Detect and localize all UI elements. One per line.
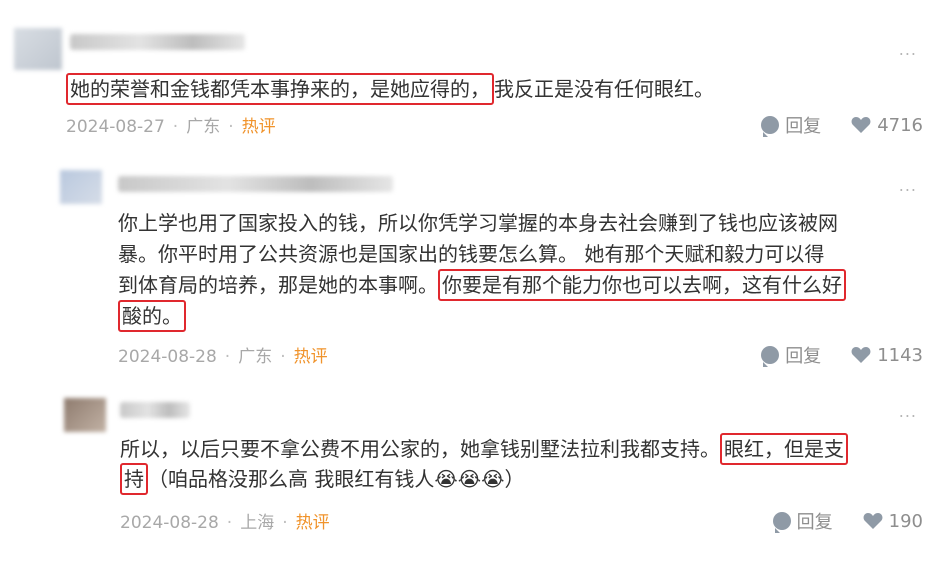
more-icon[interactable]: ... (899, 176, 917, 195)
username-blurred[interactable] (70, 34, 245, 50)
meta-separator: · (226, 513, 233, 533)
like-count: 4716 (877, 114, 923, 136)
comment-text: 她的荣誉和金钱都凭本事挣来的，是她应得的， 我反正是没有任何眼红。 (66, 73, 714, 105)
reply-icon[interactable] (761, 346, 780, 367)
hot-tag: 热评 (241, 117, 276, 137)
username-blurred[interactable] (118, 176, 393, 192)
like-count: 1143 (877, 344, 923, 366)
reply-icon[interactable] (761, 116, 780, 137)
comment-text-plain: 所以，以后只要不拿公费不用公家的，她拿钱别墅法拉利我都支持。 (120, 437, 720, 461)
more-icon[interactable]: ... (899, 402, 917, 421)
like-count: 190 (888, 510, 923, 532)
reply-button[interactable]: 回复 (797, 508, 833, 534)
meta-separator: · (228, 117, 234, 137)
username-blurred[interactable] (120, 402, 190, 418)
comment-text-rest: （咱品格没那么高 我眼红有钱人😭😭😭） (148, 467, 525, 491)
comment-meta: 2024-08-28 · 广东 · 热评 (118, 342, 328, 367)
comment-line: 所以，以后只要不拿公费不用公家的，她拿钱别墅法拉利我都支持。 眼红，但是支 (120, 433, 848, 465)
meta-separator: · (172, 117, 179, 137)
avatar-blurred[interactable] (14, 28, 62, 70)
heart-icon[interactable] (851, 346, 871, 364)
comment-line: 酸的。 (118, 300, 846, 332)
comment-text-plain: 到体育局的培养，那是她的本事啊。 (118, 273, 438, 297)
comment-line: 持（咱品格没那么高 我眼红有钱人😭😭😭） (120, 463, 848, 495)
comment-actions: 回复 4716 (761, 112, 923, 138)
comment-location: 广东 (186, 117, 221, 137)
comment-date: 2024-08-27 (66, 117, 165, 137)
reply-icon[interactable] (772, 512, 791, 533)
heart-icon[interactable] (851, 116, 871, 134)
comment-meta: 2024-08-27 · 广东 · 热评 (66, 112, 276, 137)
meta-separator: · (224, 347, 231, 367)
comment-location: 上海 (240, 513, 275, 533)
comment-date: 2024-08-28 (118, 347, 217, 367)
meta-separator: · (282, 513, 288, 533)
comment-text-rest: 我反正是没有任何眼红。 (494, 77, 714, 101)
avatar-blurred[interactable] (64, 398, 106, 432)
comment-meta: 2024-08-28 · 上海 · 热评 (120, 508, 330, 533)
comment-actions: 回复 1143 (761, 342, 923, 368)
comment-line: 你上学也用了国家投入的钱，所以你凭学习掌握的本身去社会赚到了钱也应该被网 (118, 211, 838, 235)
comment-line: 到体育局的培养，那是她的本事啊。 你要是有那个能力你也可以去啊，这有什么好 (118, 269, 846, 301)
highlighted-text: 你要是有那个能力你也可以去啊，这有什么好 (438, 269, 846, 301)
highlighted-text: 她的荣誉和金钱都凭本事挣来的，是她应得的， (66, 73, 494, 105)
meta-separator: · (280, 347, 286, 367)
comment-actions: 回复 190 (772, 508, 923, 534)
reply-button[interactable]: 回复 (785, 112, 821, 138)
comment-location: 广东 (238, 347, 273, 367)
comment-date: 2024-08-28 (120, 513, 219, 533)
more-icon[interactable]: ... (899, 40, 917, 59)
heart-icon[interactable] (863, 512, 883, 530)
reply-button[interactable]: 回复 (785, 342, 821, 368)
highlighted-text: 酸的。 (118, 300, 186, 332)
hot-tag: 热评 (295, 513, 330, 533)
comment-feed: ... 她的荣誉和金钱都凭本事挣来的，是她应得的， 我反正是没有任何眼红。 202… (0, 0, 945, 588)
highlighted-text: 眼红，但是支 (720, 433, 848, 465)
comment-line: 暴。你平时用了公共资源也是国家出的钱要怎么算。 她有那个天赋和毅力可以得 (118, 242, 825, 266)
avatar-blurred[interactable] (60, 170, 102, 204)
comment-text: 所以，以后只要不拿公费不用公家的，她拿钱别墅法拉利我都支持。 眼红，但是支 持（咱… (120, 433, 848, 495)
comment-text: 你上学也用了国家投入的钱，所以你凭学习掌握的本身去社会赚到了钱也应该被网 暴。你… (118, 208, 846, 332)
hot-tag: 热评 (293, 347, 328, 367)
highlighted-text: 持 (120, 463, 148, 495)
